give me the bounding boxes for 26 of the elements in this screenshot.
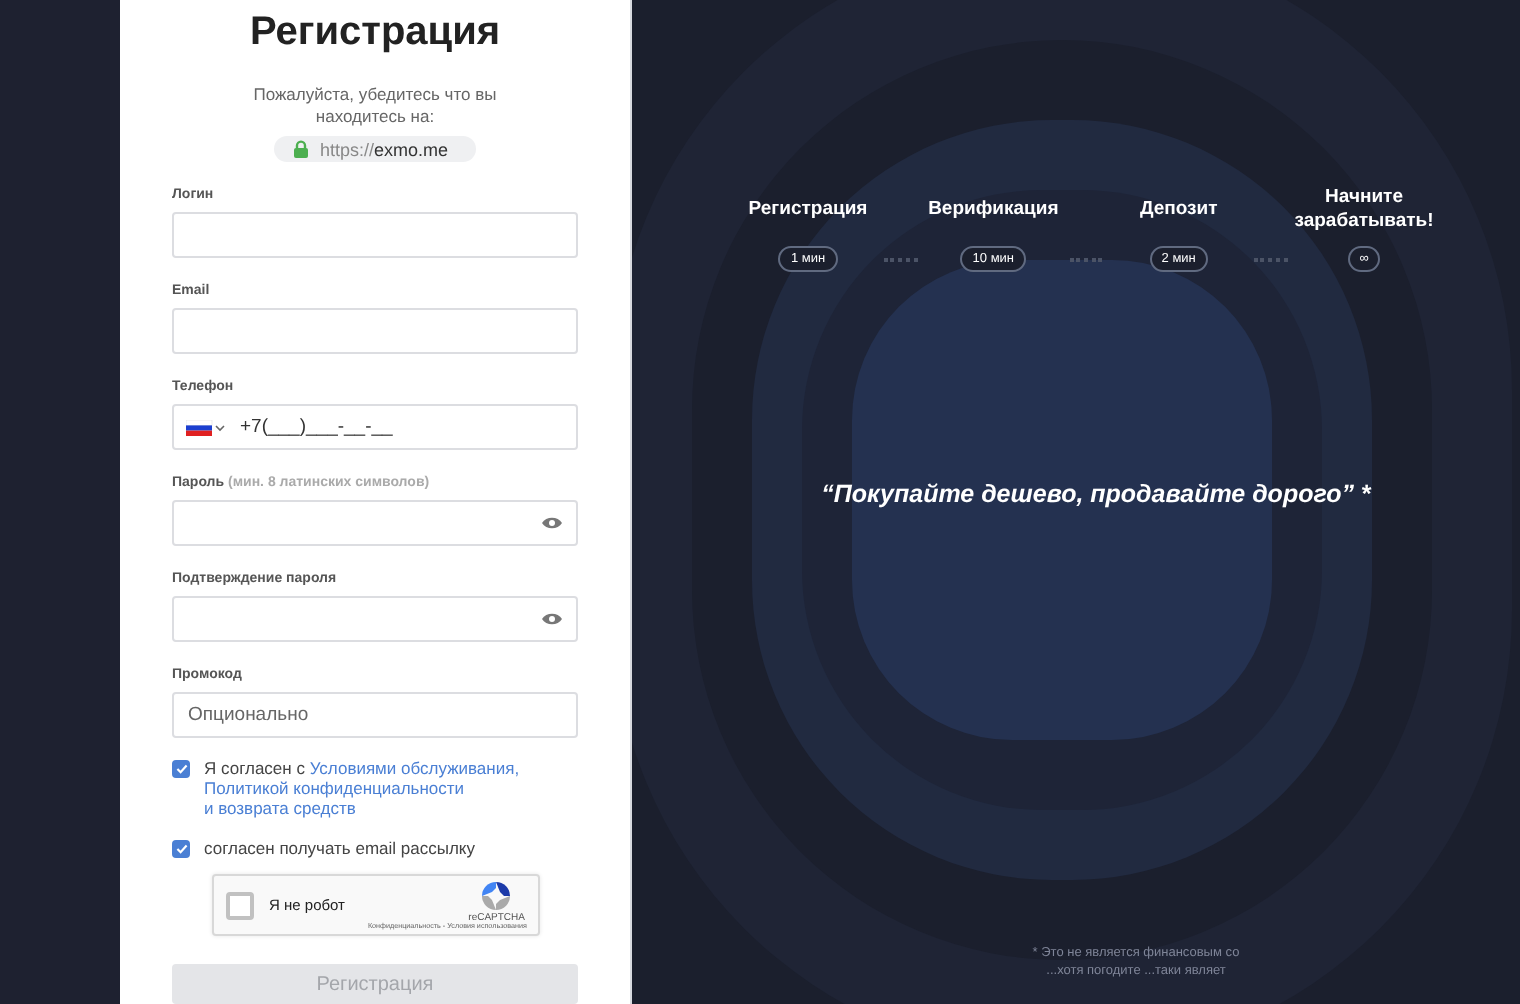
- phone-field[interactable]: +7(___)___-__-__: [172, 404, 578, 451]
- policy-link[interactable]: и возврата средств: [204, 798, 356, 819]
- input-field[interactable]: Опционально: [172, 692, 578, 739]
- agreement-text: Я согласен с Условиями обслуживания, Политикой конфиденциальности и возврата средств: [204, 758, 520, 819]
- policy-link[interactable]: Политикой конфиденциальности: [204, 778, 465, 799]
- url-badge: https://exmo.me: [273, 136, 477, 163]
- step-title: Начните зарабатывать!: [1292, 184, 1436, 236]
- checkbox[interactable]: [172, 760, 190, 779]
- password-field[interactable]: [172, 500, 578, 547]
- slogan-text: “Покупайте дешево, продавайте дорого” *: [819, 480, 1374, 508]
- recaptcha-logo-icon: [480, 879, 513, 912]
- eye-icon[interactable]: [542, 516, 562, 531]
- password-field[interactable]: [172, 596, 578, 643]
- step-title: Регистрация: [748, 196, 868, 224]
- eye-icon[interactable]: [542, 612, 562, 627]
- page-title: Регистрация: [247, 8, 503, 56]
- input-field[interactable]: [172, 212, 578, 259]
- notice-text: Пожалуйста, убедитесь что вы находитесь на:: [251, 84, 499, 128]
- country-flag-dropdown[interactable]: [186, 419, 226, 436]
- input-field[interactable]: [172, 308, 578, 355]
- agreement-text: согласен получать email рассылку: [204, 838, 475, 859]
- step-title: Депозит: [1139, 196, 1218, 224]
- captcha-checkbox[interactable]: [225, 891, 253, 920]
- step-title: Верификация: [928, 196, 1059, 224]
- policy-link[interactable]: Условиями обслуживания,: [309, 758, 520, 779]
- checkbox[interactable]: [172, 840, 190, 859]
